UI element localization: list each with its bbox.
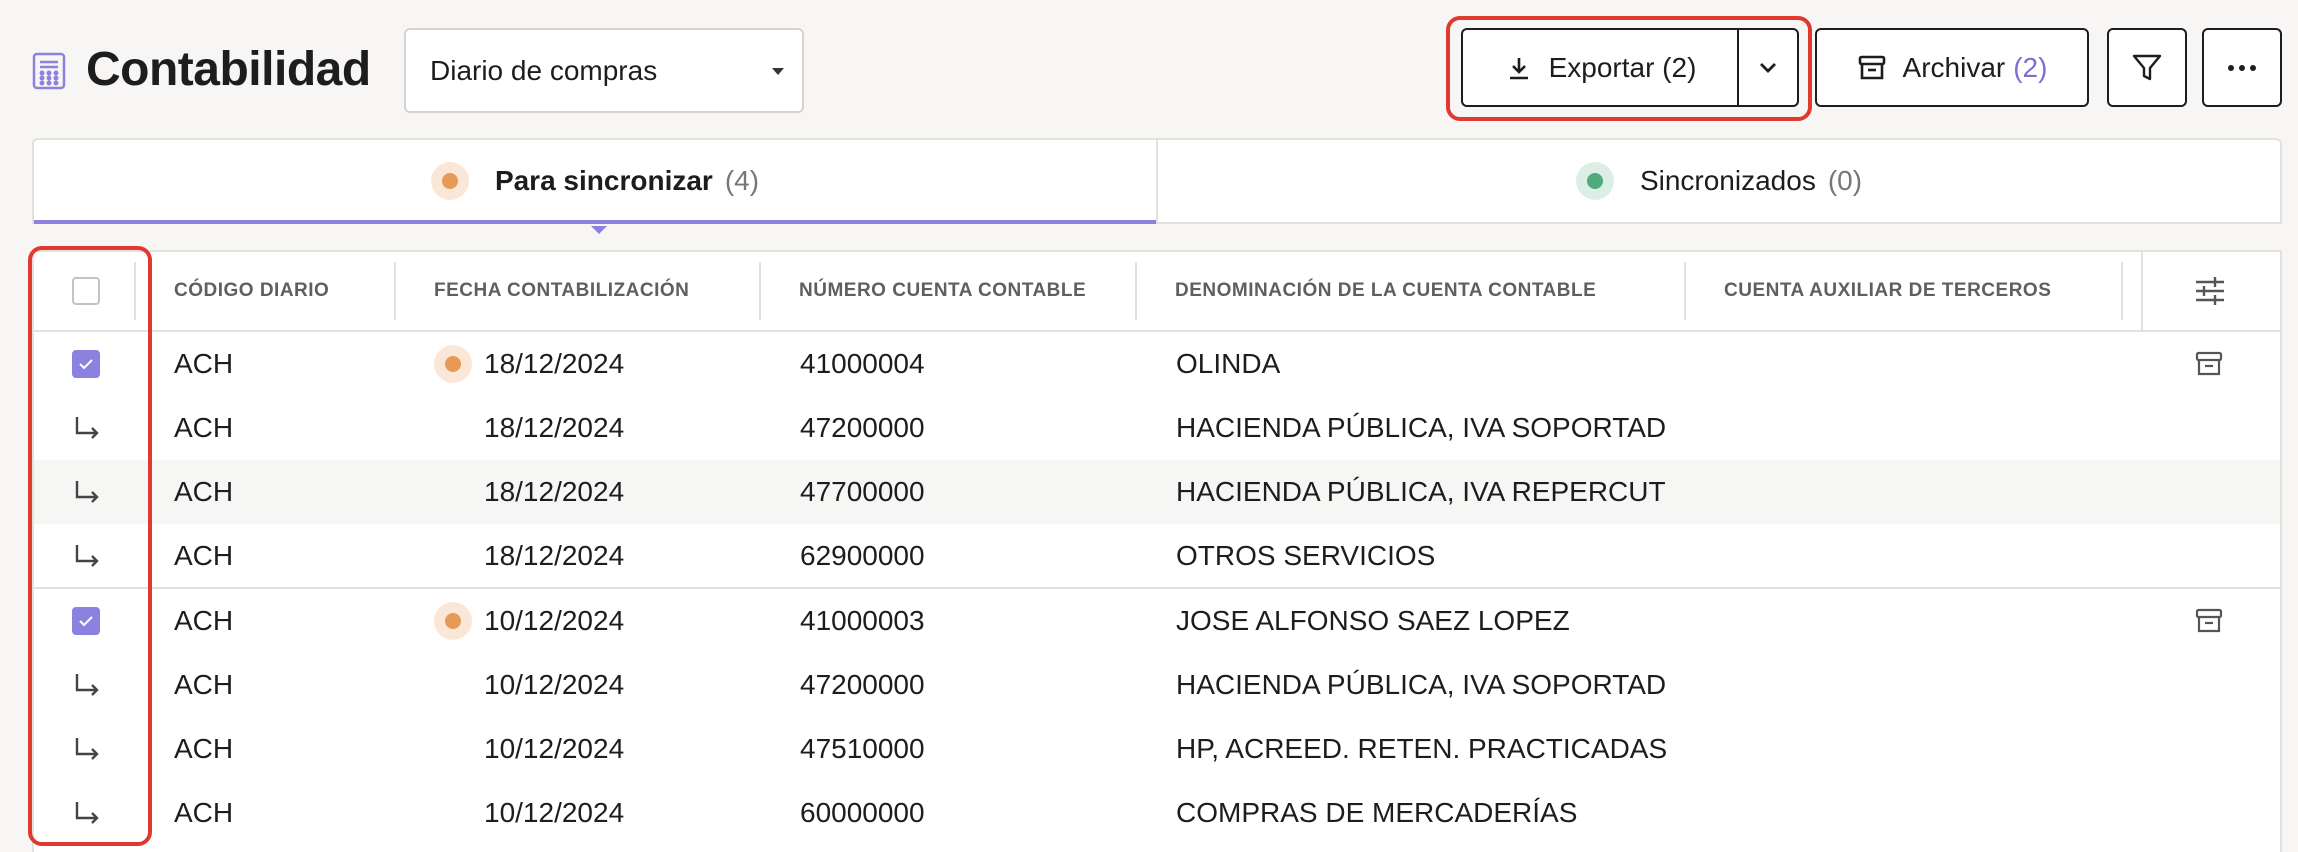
column-header[interactable]: FECHA CONTABILIZACIÓN — [434, 252, 689, 330]
pending-status-icon — [430, 162, 469, 200]
tab-label: Para sincronizar — [494, 165, 713, 196]
synced-status-icon — [1575, 162, 1614, 200]
page-title: Contabilidad — [86, 43, 371, 96]
journal-code: ACH — [174, 669, 234, 700]
journal-code: ACH — [174, 797, 234, 828]
column-header[interactable]: CUENTA AUXILIAR DE TERCEROS — [1724, 252, 2051, 330]
pending-status-icon — [434, 345, 472, 383]
account-name: HP, ACREED. RETEN. PRACTICADAS — [1176, 733, 1668, 764]
column-header[interactable]: CÓDIGO DIARIO — [174, 252, 329, 330]
journal-code: ACH — [174, 476, 234, 507]
entries-table: CÓDIGO DIARIO FECHA CONTABILIZACIÓN NÚME… — [32, 250, 2282, 852]
column-header[interactable]: DENOMINACIÓN DE LA CUENTA CONTABLE — [1175, 252, 1596, 330]
table-row[interactable]: ACH 18/12/2024 47700000 HACIENDA PÚBLICA… — [34, 460, 2280, 524]
column-header[interactable]: NÚMERO CUENTA CONTABLE — [799, 252, 1086, 330]
account-number: 41000003 — [800, 605, 925, 636]
account-name: HACIENDA PÚBLICA, IVA SOPORTAD — [1176, 669, 1667, 700]
export-label: Exportar (2) — [1548, 51, 1697, 83]
posting-date: 10/12/2024 — [484, 797, 625, 828]
tab-sincronizados[interactable]: Sincronizados (0) — [1156, 140, 2280, 222]
table-row[interactable]: ACH 18/12/2024 41000004 OLINDA — [34, 332, 2280, 396]
posting-date: 18/12/2024 — [484, 348, 625, 379]
account-name: COMPRAS DE MERCADERÍAS — [1176, 797, 1578, 828]
tab-label: Sincronizados — [1639, 165, 1816, 196]
export-button[interactable]: Exportar (2) — [1461, 28, 1738, 107]
checkbox-column-highlight — [28, 246, 152, 846]
journal-code: ACH — [174, 733, 234, 764]
account-number: 47510000 — [800, 733, 925, 764]
table-row[interactable]: ACH 10/12/2024 60000000 COMPRAS DE MERCA… — [34, 781, 2280, 845]
column-settings-button[interactable] — [2194, 252, 2226, 330]
status-tabs: Para sincronizar (4) Sincronizados (0) — [32, 138, 2282, 234]
posting-date: 18/12/2024 — [484, 412, 625, 443]
archive-label: Archivar — [1902, 51, 2006, 83]
download-icon — [1509, 57, 1528, 79]
table-row[interactable]: ACH 10/12/2024 41000003 JOSE ALFONSO SAE… — [34, 589, 2280, 653]
archive-icon — [1858, 55, 1885, 79]
journal-code: ACH — [174, 412, 234, 443]
posting-date: 10/12/2024 — [484, 669, 625, 700]
account-number: 47700000 — [800, 476, 925, 507]
journal-code: ACH — [174, 348, 234, 379]
archive-icon — [2195, 351, 2223, 376]
tab-count: (4) — [724, 165, 760, 196]
tab-para-sincronizar[interactable]: Para sincronizar (4) — [34, 140, 1156, 234]
journal-select[interactable]: Diario de compras — [404, 28, 804, 113]
posting-date: 18/12/2024 — [484, 540, 625, 571]
account-number: 41000004 — [800, 348, 925, 379]
table-row[interactable]: ACH 10/12/2024 47510000 HP, ACREED. RETE… — [34, 717, 2280, 781]
table-header: CÓDIGO DIARIO FECHA CONTABILIZACIÓN NÚME… — [34, 252, 2280, 332]
more-horizontal-icon — [2228, 64, 2256, 71]
account-name: HACIENDA PÚBLICA, IVA SOPORTAD — [1176, 412, 1667, 443]
account-number: 60000000 — [800, 797, 925, 828]
account-name: OTROS SERVICIOS — [1176, 540, 1436, 571]
account-name: OLINDA — [1176, 348, 1281, 379]
archive-button[interactable]: Archivar (2) — [1815, 28, 2089, 107]
journal-select-value: Diario de compras — [430, 54, 658, 86]
chevron-down-icon — [1760, 62, 1776, 73]
account-name: HACIENDA PÚBLICA, IVA REPERCUT — [1176, 476, 1666, 507]
archive-row-button[interactable] — [2194, 332, 2224, 396]
dropdown-caret-icon — [772, 68, 784, 75]
archive-count: (2) — [2013, 51, 2048, 83]
account-number: 47200000 — [800, 412, 925, 443]
posting-date: 10/12/2024 — [484, 605, 625, 636]
sliders-icon — [2196, 277, 2224, 305]
pending-status-icon — [434, 602, 472, 640]
account-name: JOSE ALFONSO SAEZ LOPEZ — [1176, 605, 1570, 636]
archive-row-button[interactable] — [2194, 589, 2224, 653]
tab-count: (0) — [1827, 165, 1863, 196]
posting-date: 18/12/2024 — [484, 476, 625, 507]
filter-button[interactable] — [2107, 28, 2187, 107]
table-row[interactable]: ACH 18/12/2024 47200000 HACIENDA PÚBLICA… — [34, 396, 2280, 460]
account-number: 62900000 — [800, 540, 925, 571]
table-row[interactable]: ACH 18/12/2024 62900000 OTROS SERVICIOS — [34, 524, 2280, 588]
account-number: 47200000 — [800, 669, 925, 700]
posting-date: 10/12/2024 — [484, 733, 625, 764]
journal-code: ACH — [174, 605, 234, 636]
table-row[interactable]: ACH 10/12/2024 47200000 HACIENDA PÚBLICA… — [34, 653, 2280, 717]
filter-icon — [2132, 54, 2162, 80]
archive-icon — [2195, 608, 2223, 633]
more-options-button[interactable] — [2202, 28, 2282, 107]
export-options-button[interactable] — [1737, 28, 1799, 107]
journal-code: ACH — [174, 540, 234, 571]
calculator-icon — [32, 52, 66, 90]
